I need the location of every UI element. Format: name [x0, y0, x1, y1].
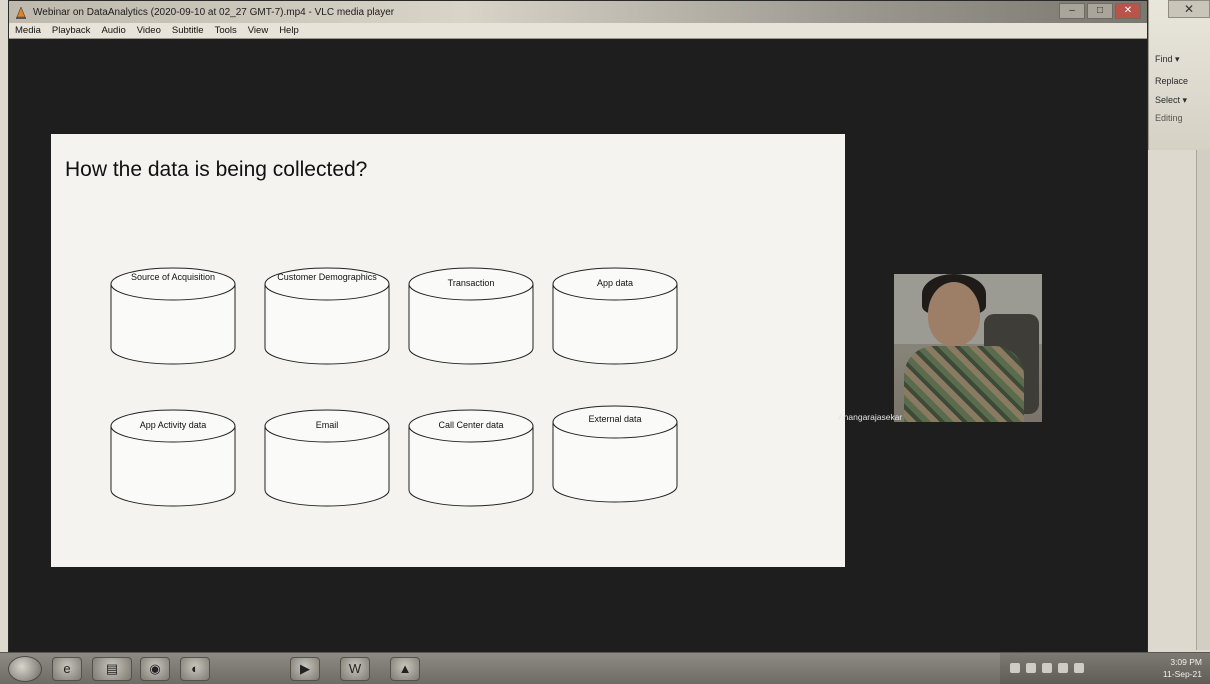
menu-playback[interactable]: Playback: [52, 25, 91, 36]
find-button[interactable]: Find ▾: [1155, 54, 1180, 65]
menu-media[interactable]: Media: [15, 25, 41, 36]
participant-name: Anangarajasekar: [838, 412, 903, 422]
menu-subtitle[interactable]: Subtitle: [172, 25, 204, 36]
editing-group-label: Editing: [1155, 113, 1183, 123]
database-label: Transaction: [447, 278, 495, 288]
word-icon[interactable]: W: [340, 657, 370, 681]
replace-button[interactable]: Replace: [1155, 76, 1188, 86]
background-ribbon-editing: Find ▾ Replace Select ▾ Editing: [1148, 0, 1210, 150]
explorer-icon[interactable]: ▤: [92, 657, 132, 681]
clock-date: 11-Sep-21: [1162, 669, 1202, 679]
database-call-center-data: Call Center data: [407, 408, 535, 508]
database-external-data: External data: [551, 404, 679, 504]
taskbar: e ▤ ◉ ◐ ▶ W ▲ 3:09 PM 11-Sep-21: [0, 652, 1210, 684]
database-source-of-acquisition: Source of Acquisition: [109, 266, 237, 366]
chrome-icon[interactable]: ◐: [180, 657, 210, 681]
background-close-button[interactable]: ✕: [1168, 0, 1210, 18]
system-tray: 3:09 PM 11-Sep-21: [1000, 653, 1210, 684]
presentation-slide: How the data is being collected? Source …: [51, 134, 845, 567]
tray-volume-icon[interactable]: [1042, 663, 1052, 673]
database-label: External data: [588, 414, 642, 424]
menu-bar: Media Playback Audio Video Subtitle Tool…: [9, 23, 1147, 39]
menu-video[interactable]: Video: [137, 25, 161, 36]
vlc-taskbar-icon[interactable]: ▲: [390, 657, 420, 681]
background-scrollbar[interactable]: [1196, 150, 1210, 650]
database-email: Email: [263, 408, 391, 508]
menu-help[interactable]: Help: [279, 25, 299, 36]
clock[interactable]: 3:09 PM 11-Sep-21: [1163, 656, 1202, 680]
windows-start-icon[interactable]: [8, 656, 42, 682]
database-label: App data: [596, 278, 634, 288]
window-controls: – □ ✕: [1059, 3, 1141, 19]
window-title: Webinar on DataAnalytics (2020-09-10 at …: [33, 6, 395, 18]
database-label: Customer Demographics: [277, 272, 377, 282]
vlc-titlebar[interactable]: Webinar on DataAnalytics (2020-09-10 at …: [9, 1, 1147, 23]
database-label: Call Center data: [438, 420, 504, 430]
database-label: Email: [315, 420, 339, 430]
menu-tools[interactable]: Tools: [215, 25, 237, 36]
media-player-icon[interactable]: ◉: [140, 657, 170, 681]
database-transaction: Transaction: [407, 266, 535, 366]
clock-time: 3:09 PM: [1170, 657, 1202, 667]
database-app-activity-data: App Activity data: [109, 408, 237, 508]
database-label: App Activity data: [139, 420, 207, 430]
database-label: Source of Acquisition: [130, 272, 216, 282]
database-customer-demographics: Customer Demographics: [263, 266, 391, 366]
database-app-data: App data: [551, 266, 679, 366]
vlc-cone-icon: [15, 6, 27, 19]
tray-flag-icon[interactable]: [1074, 663, 1084, 673]
close-button[interactable]: ✕: [1115, 3, 1141, 19]
ie-browser-icon[interactable]: e: [52, 657, 82, 681]
maximize-button[interactable]: □: [1087, 3, 1113, 19]
player-icon[interactable]: ▶: [290, 657, 320, 681]
minimize-button[interactable]: –: [1059, 3, 1085, 19]
menu-audio[interactable]: Audio: [101, 25, 125, 36]
tray-battery-icon[interactable]: [1058, 663, 1068, 673]
menu-view[interactable]: View: [248, 25, 268, 36]
slide-title: How the data is being collected?: [65, 158, 368, 181]
tray-network-icon[interactable]: [1026, 663, 1036, 673]
participant-video: [894, 274, 1042, 422]
tray-arrow-icon[interactable]: [1010, 663, 1020, 673]
select-button[interactable]: Select ▾: [1155, 95, 1187, 106]
